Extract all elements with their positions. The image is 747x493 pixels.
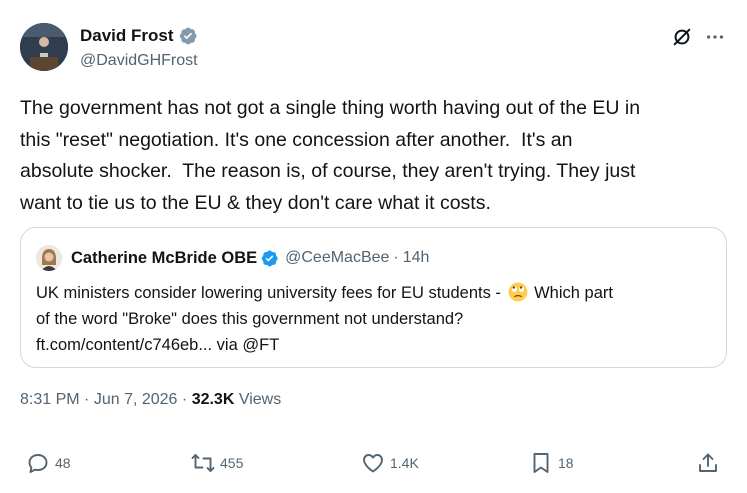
quoted-timestamp: 14h bbox=[402, 249, 430, 266]
quoted-author-avatar-image bbox=[36, 245, 62, 271]
quoted-tweet-header: Catherine McBride OBE @CeeMacBee · 14h bbox=[71, 247, 429, 269]
quoted-author-name: Catherine McBride OBE bbox=[71, 248, 258, 267]
tweet-date[interactable]: Jun 7, 2026 bbox=[94, 391, 178, 408]
quoted-text-part1: UK ministers consider lowering universit… bbox=[36, 284, 506, 302]
views-label: Views bbox=[238, 391, 282, 408]
views-count: 32.3K bbox=[191, 391, 235, 408]
quoted-author-avatar bbox=[36, 245, 62, 271]
repost-count: 455 bbox=[220, 455, 244, 471]
tweet-meta: 8:31 PM · Jun 7, 2026 · 32.3K Views bbox=[20, 391, 281, 409]
tweet-time[interactable]: 8:31 PM bbox=[20, 391, 80, 408]
verified-badge-icon bbox=[261, 250, 278, 266]
quoted-tweet-text: UK ministers consider lowering universit… bbox=[36, 280, 716, 358]
repost-icon bbox=[191, 454, 215, 472]
bookmark-count: 18 bbox=[558, 455, 574, 471]
bookmark-button[interactable]: 18 bbox=[529, 451, 574, 475]
bookmark-icon bbox=[533, 453, 549, 473]
quoted-author-handle: @CeeMacBee bbox=[285, 249, 390, 266]
reply-button[interactable]: 48 bbox=[26, 451, 71, 475]
like-button[interactable]: 1.4K bbox=[361, 451, 419, 475]
heart-icon bbox=[363, 454, 383, 473]
author-name[interactable]: David Frost bbox=[80, 26, 174, 46]
reply-icon bbox=[28, 454, 48, 473]
face-with-rolling-eyes-icon bbox=[508, 282, 527, 302]
meta-separator: · bbox=[181, 391, 188, 408]
reply-count: 48 bbox=[55, 455, 71, 471]
meta-separator: · bbox=[84, 391, 90, 408]
more-options-icon[interactable] bbox=[704, 26, 726, 48]
like-count: 1.4K bbox=[390, 455, 419, 471]
grok-icon[interactable] bbox=[671, 26, 693, 48]
author-avatar[interactable] bbox=[20, 23, 68, 71]
share-icon bbox=[699, 453, 717, 472]
verified-badge-icon bbox=[179, 27, 197, 45]
action-bar: 48 455 1.4K 18 bbox=[0, 448, 747, 482]
quoted-tweet-card[interactable]: Catherine McBride OBE @CeeMacBee · 14h U… bbox=[20, 227, 727, 368]
author-info: David Frost @DavidGHFrost bbox=[80, 26, 198, 70]
tweet-text: The government has not got a single thin… bbox=[20, 97, 641, 214]
author-handle[interactable]: @DavidGHFrost bbox=[80, 52, 198, 70]
quoted-separator: · bbox=[393, 249, 399, 266]
repost-button[interactable]: 455 bbox=[191, 451, 243, 475]
share-button[interactable] bbox=[696, 451, 720, 475]
author-avatar-image bbox=[20, 23, 68, 71]
